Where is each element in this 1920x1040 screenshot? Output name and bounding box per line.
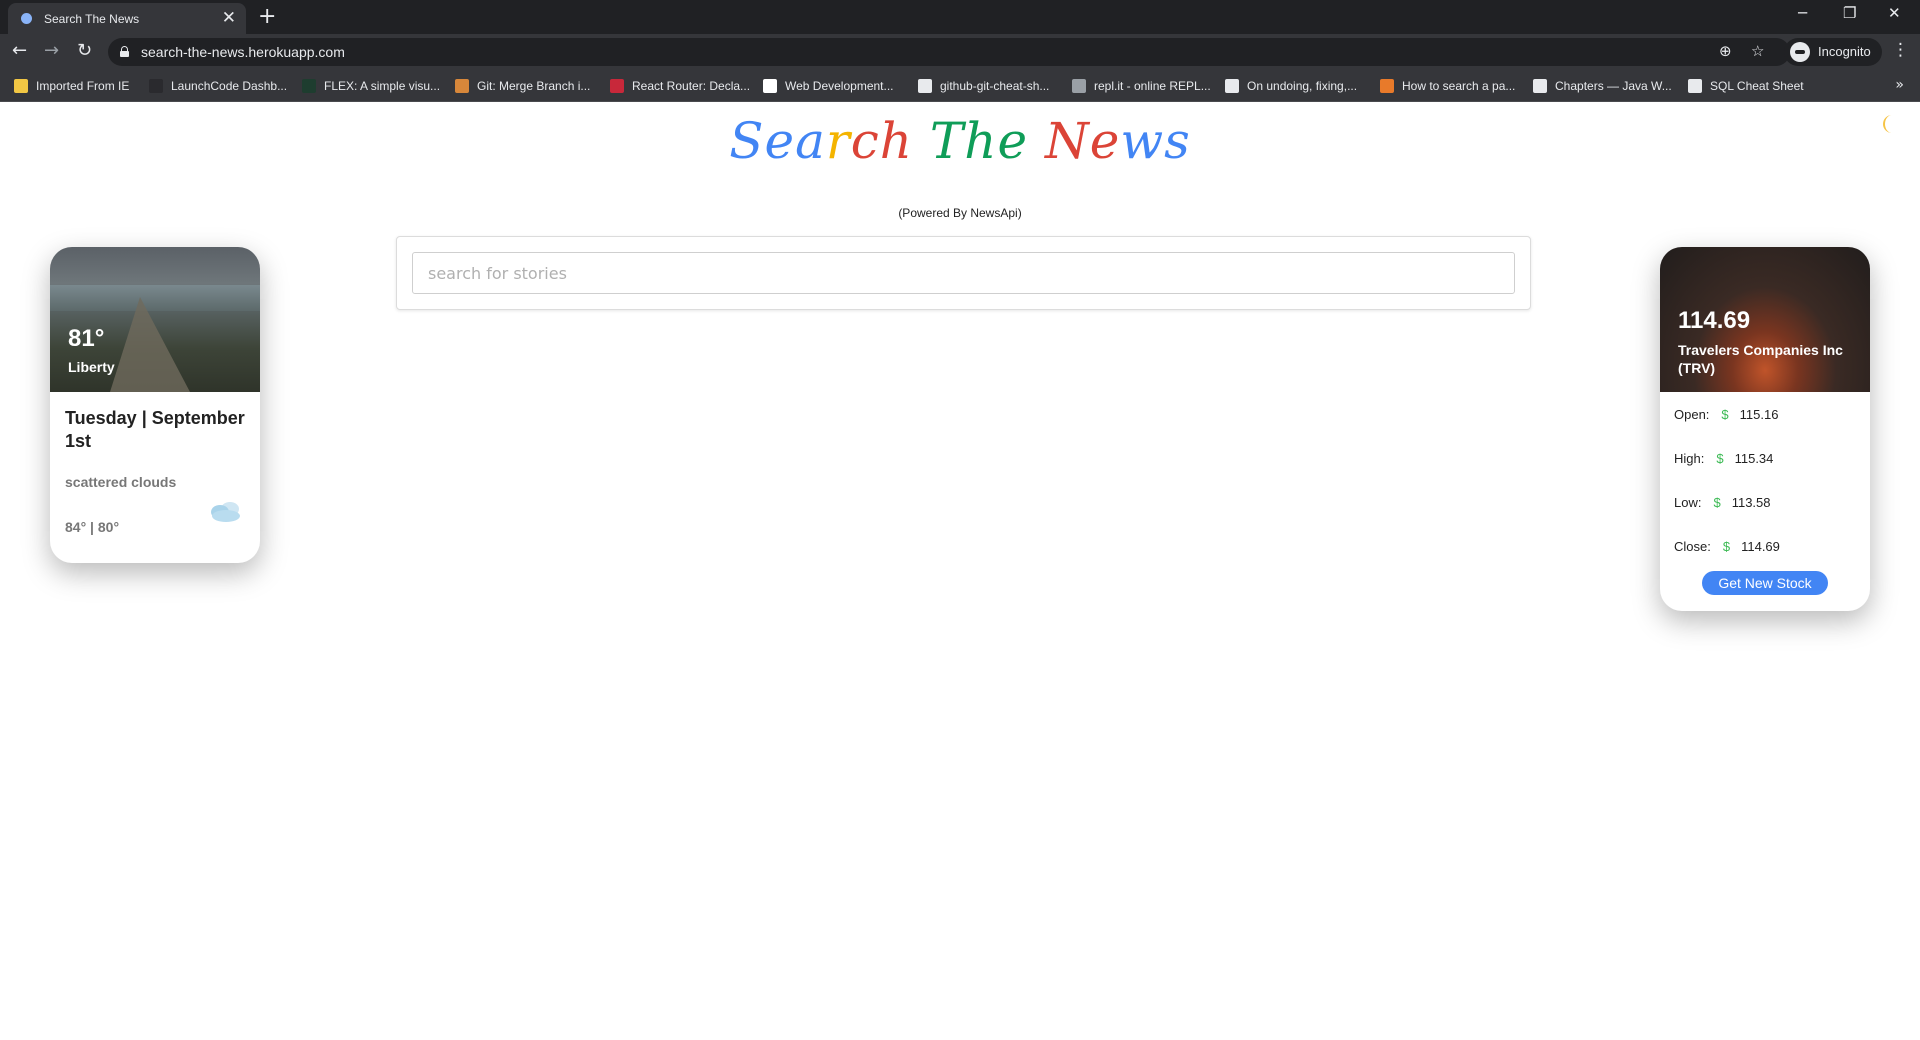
weather-card: 81° Liberty Tuesday | September 1st scat… [50, 247, 260, 563]
browser-tab-bar: Search The News ✕ + ─ ❐ ✕ [0, 0, 1920, 34]
logo-letter: S [729, 112, 765, 170]
stock-close-value: 114.69 [1741, 539, 1780, 554]
bookmark-item[interactable]: repl.it - online REPL... [1072, 78, 1211, 94]
favicon-icon [1072, 79, 1086, 93]
logo-letter: e [997, 112, 1029, 170]
favicon-icon [610, 79, 624, 93]
dollar-icon: $ [1721, 407, 1729, 422]
globe-icon [1688, 79, 1702, 93]
favicon-icon [1225, 79, 1239, 93]
bookmark-item[interactable]: github-git-cheat-sh... [918, 78, 1049, 94]
stock-open-value: 115.16 [1739, 407, 1779, 422]
get-new-stock-button[interactable]: Get New Stock [1702, 571, 1828, 595]
bookmark-item[interactable]: FLEX: A simple visu... [302, 78, 440, 94]
cloud-icon [211, 502, 240, 522]
stock-open-row: Open: $ 115.16 [1674, 407, 1778, 422]
bookmark-item[interactable]: SQL Cheat Sheet [1688, 78, 1804, 94]
stock-low-value: 113.58 [1731, 495, 1771, 510]
lock-icon[interactable] [120, 46, 129, 57]
stock-high-row: High: $ 115.34 [1674, 451, 1773, 466]
profile-label: Incognito [1818, 44, 1871, 59]
stock-low-row: Low: $ 113.58 [1674, 495, 1771, 510]
bookmark-star-icon[interactable]: ☆ [1751, 42, 1764, 60]
stock-low-label: Low: [1674, 495, 1702, 510]
logo-letter: s [1164, 112, 1191, 170]
bookmark-item[interactable]: React Router: Decla... [610, 78, 750, 94]
search-container [396, 236, 1531, 310]
weather-temperature: 81° [68, 325, 105, 352]
stock-high-value: 115.34 [1734, 451, 1774, 466]
weather-date: Tuesday | September 1st [65, 408, 245, 451]
dollar-icon: $ [1716, 451, 1724, 466]
browser-tab[interactable]: Search The News ✕ [8, 3, 246, 34]
bookmark-item[interactable]: On undoing, fixing,... [1225, 78, 1357, 94]
favicon-icon [149, 79, 163, 93]
reload-icon[interactable]: ↻ [77, 40, 92, 62]
weather-city: Liberty [68, 359, 115, 375]
bookmark-item[interactable]: Web Development... [763, 78, 894, 94]
search-input[interactable] [412, 252, 1515, 294]
stock-close-row: Close: $ 114.69 [1674, 539, 1780, 554]
close-window-icon[interactable]: ✕ [1888, 4, 1901, 22]
tab-close-icon[interactable]: ✕ [222, 8, 236, 28]
globe-icon [21, 13, 32, 24]
stock-card: 114.69 Travelers Companies Inc (TRV) Ope… [1660, 247, 1870, 611]
logo-letter: h [879, 112, 913, 170]
incognito-icon [1790, 42, 1810, 62]
logo-letter: w [1120, 112, 1165, 170]
minimize-icon[interactable]: ─ [1798, 4, 1807, 22]
stock-close-label: Close: [1674, 539, 1711, 554]
tab-title: Search The News [44, 12, 140, 26]
stock-company-name: Travelers Companies Inc (TRV) [1678, 342, 1843, 376]
bookmarks-bar: Imported From IE LaunchCode Dashb... FLE… [0, 70, 1920, 102]
favicon-icon [1380, 79, 1394, 93]
moon-icon[interactable] [1878, 113, 1900, 135]
folder-icon [14, 79, 28, 93]
logo-letter [1028, 112, 1045, 170]
favicon-icon [763, 79, 777, 93]
bookmark-item[interactable]: Git: Merge Branch i... [455, 78, 590, 94]
logo-letter: c [850, 112, 880, 170]
page-content: Search The News (Powered By NewsApi) 81°… [0, 103, 1920, 1040]
stock-price: 114.69 [1678, 307, 1751, 334]
favicon-icon [302, 79, 316, 93]
back-icon[interactable]: ← [12, 40, 27, 62]
logo-letter: T [929, 112, 965, 170]
powered-by-label: (Powered By NewsApi) [898, 206, 1022, 220]
stock-high-label: High: [1674, 451, 1705, 466]
dollar-icon: $ [1722, 539, 1731, 554]
incognito-profile-button[interactable]: Incognito [1784, 38, 1882, 66]
location-icon[interactable]: ⊕ [1719, 42, 1732, 60]
bookmark-item[interactable]: How to search a pa... [1380, 78, 1515, 94]
favicon-icon [455, 79, 469, 93]
new-tab-button[interactable]: + [258, 4, 276, 30]
bookmark-item[interactable]: Chapters — Java W... [1533, 78, 1672, 94]
bookmark-item[interactable]: Imported From IE [14, 78, 129, 94]
restore-icon[interactable]: ❐ [1843, 4, 1856, 22]
logo-letter: N [1044, 112, 1090, 170]
dollar-icon: $ [1713, 495, 1721, 510]
logo-letter: a [795, 112, 826, 170]
url-text[interactable]: search-the-news.herokuapp.com [141, 44, 345, 60]
logo-letter: e [1089, 112, 1121, 170]
forward-icon[interactable]: → [44, 40, 59, 62]
github-icon [918, 79, 932, 93]
logo-letter: r [825, 112, 851, 170]
stock-open-label: Open: [1674, 407, 1710, 422]
browser-toolbar: ← → ↻ search-the-news.herokuapp.com ⊕ ☆ … [0, 34, 1920, 70]
logo-letter: h [964, 112, 998, 170]
weather-high-low: 84° | 80° [65, 519, 120, 535]
bookmark-item[interactable]: LaunchCode Dashb... [149, 78, 287, 94]
site-logo: Search The News [0, 112, 1920, 170]
logo-letter [913, 112, 930, 170]
weather-description: scattered clouds [65, 474, 177, 490]
browser-menu-icon[interactable]: ⋮ [1892, 40, 1909, 60]
address-bar[interactable]: search-the-news.herokuapp.com ⊕ ☆ [108, 38, 1790, 66]
logo-letter: e [764, 112, 796, 170]
globe-icon [1533, 79, 1547, 93]
bookmarks-overflow-icon[interactable]: » [1895, 77, 1904, 93]
